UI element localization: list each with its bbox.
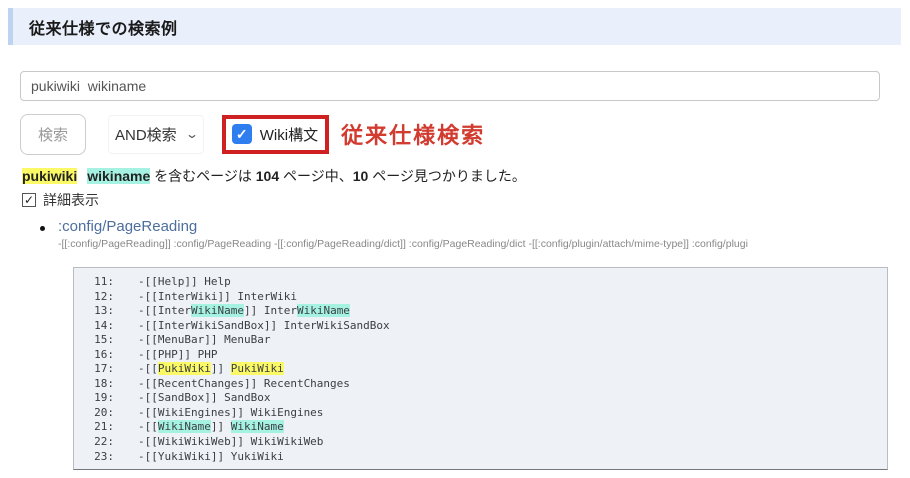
- result-page-link[interactable]: :config/PageReading: [58, 218, 197, 235]
- bullet-icon: [40, 226, 45, 231]
- wiki-syntax-checkbox[interactable]: ✓: [232, 124, 252, 144]
- search-example-page: 従来仕様での検索例 検索 AND検索 ⌄ ✓ Wiki構文 従来仕様検索 puk…: [0, 0, 910, 478]
- section-header: 従来仕様での検索例: [8, 8, 901, 45]
- code-line: 14:-[[InterWikiSandBox]] InterWikiSandBo…: [84, 319, 879, 334]
- code-line: 22:-[[WikiWikiWeb]] WikiWikiWeb: [84, 435, 879, 450]
- code-line: 18:-[[RecentChanges]] RecentChanges: [84, 377, 879, 392]
- detail-label[interactable]: 詳細表示: [43, 190, 99, 210]
- result-mid-1: を含むページは: [150, 168, 256, 184]
- code-line: 12:-[[InterWiki]] InterWiki: [84, 290, 879, 305]
- code-line: 21:-[[WikiName]] WikiName: [84, 420, 879, 435]
- search-controls: 検索 AND検索 ⌄ ✓ Wiki構文 従来仕様検索: [20, 110, 485, 158]
- code-line: 11:-[[Help]] Help: [84, 275, 879, 290]
- result-total-pages: 104: [256, 168, 279, 184]
- code-line: 19:-[[SandBox]] SandBox: [84, 391, 879, 406]
- search-mode-value: AND検索: [115, 124, 177, 145]
- wiki-syntax-label[interactable]: Wiki構文: [260, 124, 318, 145]
- annotation-red-box: ✓ Wiki構文: [222, 115, 329, 154]
- result-tail: ページ見つかりました。: [368, 168, 526, 184]
- page-title: 従来仕様での検索例: [29, 15, 178, 39]
- search-mode-select[interactable]: AND検索 ⌄: [108, 115, 204, 154]
- result-term-1: pukiwiki: [22, 168, 77, 184]
- list-item: :config/PageReading -[[:config/PageReadi…: [40, 218, 910, 250]
- code-line: 16:-[[PHP]] PHP: [84, 348, 879, 363]
- search-input[interactable]: [20, 71, 880, 101]
- result-term-2: wikiname: [87, 168, 150, 184]
- result-summary: pukiwiki wikiname を含むページは 104 ページ中、10 ページ…: [22, 166, 526, 186]
- search-result-list: :config/PageReading -[[:config/PageReadi…: [40, 218, 910, 250]
- result-mid-2: ページ中、: [279, 168, 353, 184]
- detail-toggle-row: ✓ 詳細表示: [22, 190, 99, 210]
- search-button[interactable]: 検索: [20, 114, 86, 155]
- chevron-down-icon: ⌄: [185, 127, 199, 141]
- detail-checkbox[interactable]: ✓: [22, 193, 36, 207]
- code-line: 17:-[[PukiWiki]] PukiWiki: [84, 362, 879, 377]
- code-line: 23:-[[YukiWiki]] YukiWiki: [84, 450, 879, 465]
- result-found-pages: 10: [353, 168, 369, 184]
- code-preview-block[interactable]: 11:-[[Help]] Help12:-[[InterWiki]] Inter…: [73, 267, 888, 470]
- result-snippet: -[[:config/PageReading]] :config/PageRea…: [58, 238, 910, 250]
- annotation-text: 従来仕様検索: [341, 118, 485, 150]
- code-line: 20:-[[WikiEngines]] WikiEngines: [84, 406, 879, 421]
- code-line: 15:-[[MenuBar]] MenuBar: [84, 333, 879, 348]
- code-line: 13:-[[InterWikiName]] InterWikiName: [84, 304, 879, 319]
